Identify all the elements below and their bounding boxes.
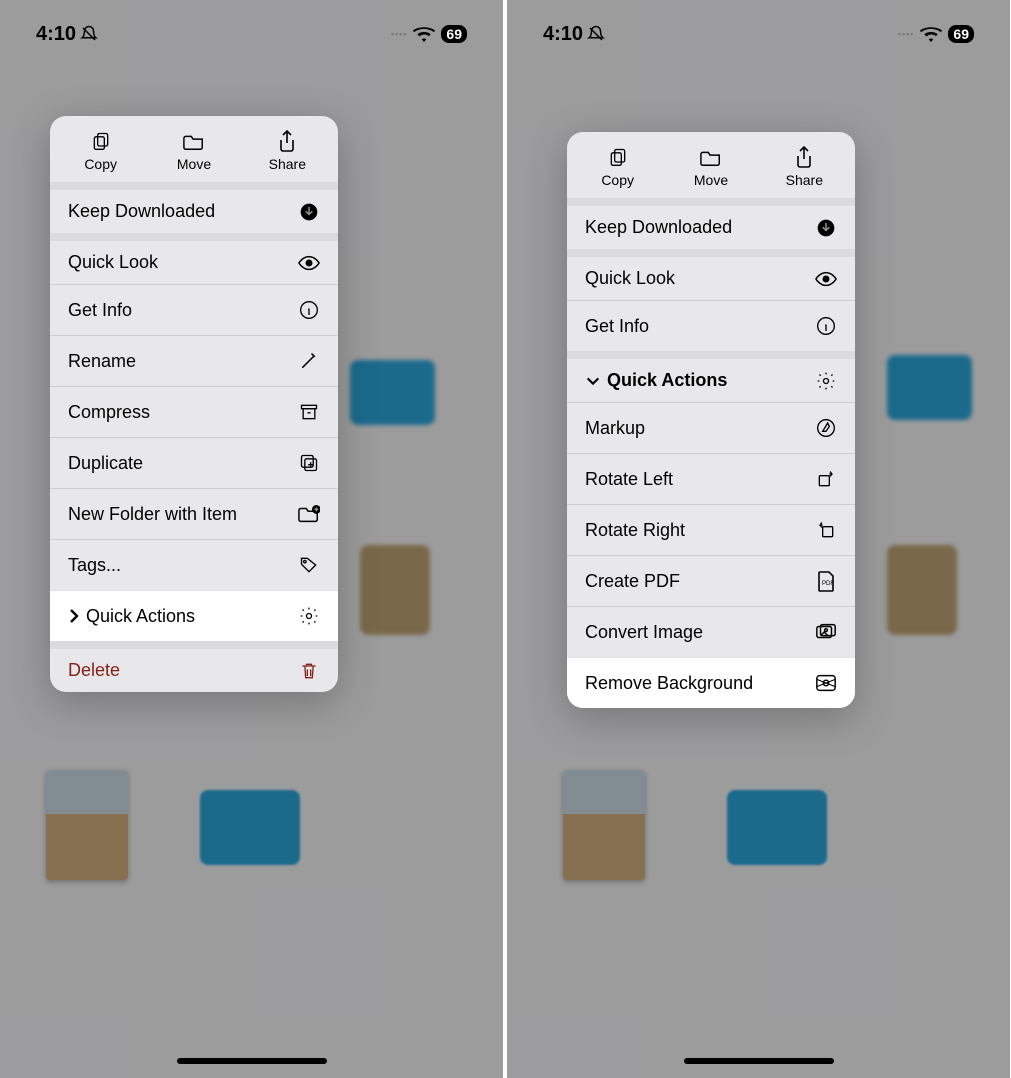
- pdf-icon: PDF: [815, 570, 837, 592]
- menu-item-markup[interactable]: Markup: [567, 402, 855, 453]
- menu-item-duplicate[interactable]: Duplicate: [50, 437, 338, 488]
- markup-icon: [815, 417, 837, 439]
- battery-icon: 69: [948, 25, 974, 43]
- images-icon: [815, 621, 837, 643]
- menu-item-keep-downloaded[interactable]: Keep Downloaded: [50, 182, 338, 233]
- share-button[interactable]: Share: [758, 146, 850, 188]
- chevron-down-icon: [585, 375, 601, 387]
- menu-item-quick-actions-header[interactable]: Quick Actions: [567, 351, 855, 402]
- pencil-icon: [298, 350, 320, 372]
- menu-item-quick-actions[interactable]: Quick Actions: [50, 590, 338, 641]
- duplicate-icon: [298, 452, 320, 474]
- wifi-icon: [413, 26, 435, 42]
- wifi-icon: [920, 26, 942, 42]
- silent-icon: [80, 25, 98, 43]
- share-icon: [795, 146, 813, 168]
- cell-dots-icon: ••••: [391, 29, 408, 39]
- menu-item-rotate-right[interactable]: Rotate Right: [567, 504, 855, 555]
- gear-icon: [298, 605, 320, 627]
- svg-text:PDF: PDF: [822, 581, 834, 587]
- menu-item-remove-background[interactable]: Remove Background: [567, 657, 855, 708]
- menu-item-get-info[interactable]: Get Info: [50, 284, 338, 335]
- menu-item-get-info[interactable]: Get Info: [567, 300, 855, 351]
- home-indicator[interactable]: [684, 1058, 834, 1064]
- screenshot-left: 4:10 •••• 69 Copy Move: [0, 0, 503, 1078]
- menu-item-keep-downloaded[interactable]: Keep Downloaded: [567, 198, 855, 249]
- status-time: 4:10: [543, 23, 583, 46]
- home-indicator[interactable]: [177, 1058, 327, 1064]
- file-thumbnail[interactable]: [563, 770, 645, 880]
- rotate-left-icon: [815, 468, 837, 490]
- eye-icon: [815, 268, 837, 290]
- info-icon: [298, 299, 320, 321]
- menu-item-rename[interactable]: Rename: [50, 335, 338, 386]
- copy-icon: [91, 130, 111, 152]
- menu-item-create-pdf[interactable]: Create PDF PDF: [567, 555, 855, 606]
- silent-icon: [587, 25, 605, 43]
- folder-icon: [183, 130, 205, 152]
- status-bar: 4:10 •••• 69: [507, 18, 1010, 50]
- menu-item-quick-look[interactable]: Quick Look: [567, 249, 855, 300]
- chevron-right-icon: [68, 607, 80, 625]
- rotate-right-icon: [815, 519, 837, 541]
- status-time: 4:10: [36, 23, 76, 46]
- menu-item-tags[interactable]: Tags...: [50, 539, 338, 590]
- trash-icon: [298, 660, 320, 682]
- share-button[interactable]: Share: [241, 130, 333, 172]
- info-icon: [815, 315, 837, 337]
- share-icon: [278, 130, 296, 152]
- menu-item-rotate-left[interactable]: Rotate Left: [567, 453, 855, 504]
- menu-item-convert-image[interactable]: Convert Image: [567, 606, 855, 657]
- status-bar: 4:10 •••• 69: [0, 18, 503, 50]
- move-button[interactable]: Move: [148, 130, 240, 172]
- copy-button[interactable]: Copy: [54, 130, 146, 172]
- context-menu: Copy Move Share Keep Downloaded Quick Lo…: [50, 116, 338, 692]
- menu-item-quick-look[interactable]: Quick Look: [50, 233, 338, 284]
- gear-icon: [815, 370, 837, 392]
- folder-plus-icon: [298, 503, 320, 525]
- tag-icon: [298, 554, 320, 576]
- menu-item-compress[interactable]: Compress: [50, 386, 338, 437]
- eye-icon: [298, 252, 320, 274]
- screenshot-right: 4:10 •••• 69 Copy Move: [507, 0, 1010, 1078]
- archive-icon: [298, 401, 320, 423]
- move-button[interactable]: Move: [665, 146, 757, 188]
- menu-item-new-folder[interactable]: New Folder with Item: [50, 488, 338, 539]
- menu-item-delete[interactable]: Delete: [50, 641, 338, 692]
- copy-icon: [608, 146, 628, 168]
- download-filled-icon: [815, 217, 837, 239]
- remove-background-icon: [815, 672, 837, 694]
- copy-button[interactable]: Copy: [571, 146, 663, 188]
- cell-dots-icon: ••••: [898, 29, 915, 39]
- context-menu: Copy Move Share Keep Downloaded Quick Lo…: [567, 132, 855, 708]
- folder-icon: [700, 146, 722, 168]
- battery-icon: 69: [441, 25, 467, 43]
- download-filled-icon: [298, 201, 320, 223]
- file-thumbnail[interactable]: [46, 770, 128, 880]
